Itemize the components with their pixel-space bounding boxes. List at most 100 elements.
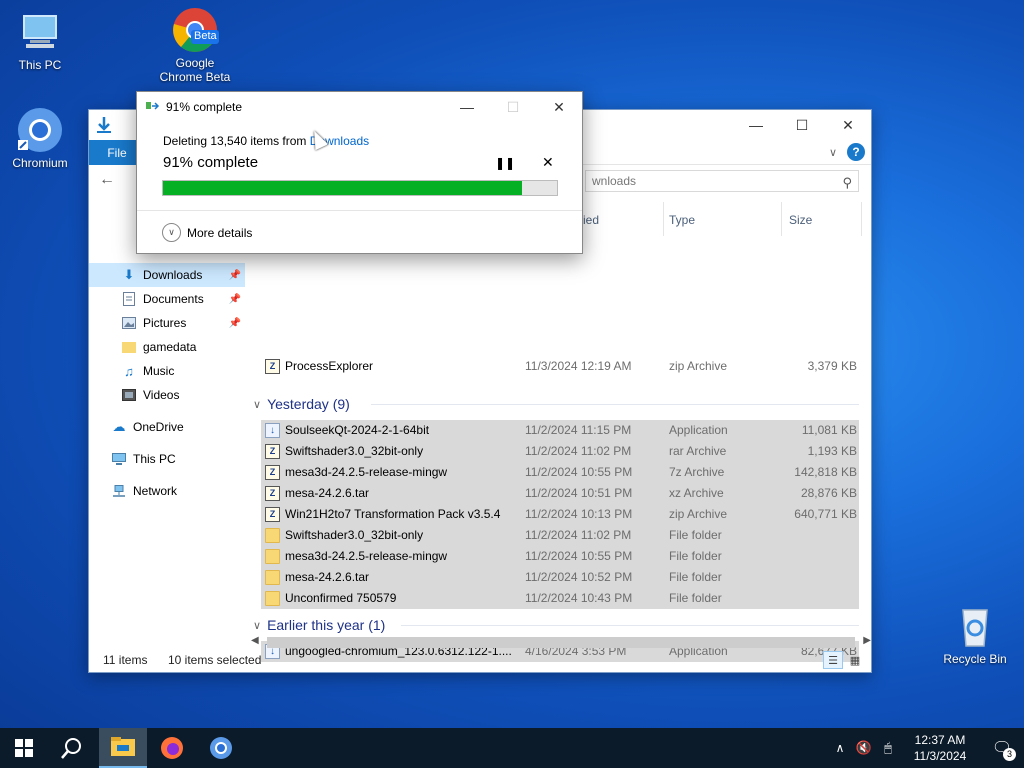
taskbar-firefox[interactable]	[148, 728, 196, 768]
file-row[interactable]: Unconfirmed 750579 11/2/2024 10:43 PM File…	[261, 588, 859, 609]
start-button[interactable]	[0, 728, 48, 768]
column-divider[interactable]	[781, 202, 782, 236]
column-divider[interactable]	[861, 202, 862, 236]
help-icon[interactable]: ?	[847, 143, 865, 161]
nav-item-videos[interactable]: Videos	[89, 383, 245, 407]
nav-item-this-pc[interactable]: This PC	[89, 447, 245, 471]
desktop-icon-chromium[interactable]: Chromium	[0, 106, 80, 170]
operation-description: Deleting 13,540 items from Downloads	[163, 134, 369, 148]
details-view-icon[interactable]: ☰	[823, 651, 843, 669]
file-list: ied Type Size Z ProcessExplorer 11/3/202…	[251, 202, 862, 662]
file-type: Application	[669, 423, 728, 437]
file-type: rar Archive	[669, 444, 727, 458]
file-row[interactable]: Z Win21H2to7 Transformation Pack v3.5.4 11…	[261, 504, 859, 525]
application-icon: ↓	[265, 423, 280, 438]
group-title: Yesterday (9)	[267, 396, 350, 412]
chevron-up-icon[interactable]: ∧	[828, 741, 852, 755]
large-icons-view-icon[interactable]: ▦	[845, 651, 865, 669]
file-type: zip Archive	[669, 359, 728, 373]
search-input[interactable]: wnloads ⚲	[585, 170, 859, 192]
download-icon	[95, 116, 113, 137]
nav-item-music[interactable]: ♫ Music	[89, 359, 245, 383]
taskbar-chromium[interactable]	[197, 728, 245, 768]
network-icon[interactable]: 🖱	[876, 740, 900, 756]
file-row[interactable]: Z ProcessExplorer 11/3/2024 12:19 AM zip…	[261, 356, 859, 377]
minimize-button[interactable]: —	[733, 110, 779, 140]
file-name: mesa3d-24.2.5-release-mingw	[285, 465, 448, 479]
archive-icon: Z	[265, 444, 280, 459]
dialog-divider	[137, 210, 582, 211]
cancel-button[interactable]: ✕	[542, 154, 554, 171]
desktop-icon-this-pc[interactable]: This PC	[0, 8, 80, 72]
search-icon	[61, 738, 81, 759]
search-icon[interactable]: ⚲	[842, 173, 852, 193]
taskbar: ∧ 🔇 🖱 12:37 AM 11/3/2024 🗨 3	[0, 728, 1024, 768]
more-details-label: More details	[187, 225, 253, 240]
back-arrow-icon[interactable]: ←	[99, 171, 115, 189]
group-header-yesterday[interactable]: ∨ Yesterday (9)	[253, 393, 350, 415]
maximize-button[interactable]: ☐	[779, 110, 825, 140]
file-size: 11,081 KB	[801, 423, 857, 437]
taskbar-file-explorer[interactable]	[99, 728, 147, 768]
pause-button[interactable]: ❚❚	[495, 156, 515, 170]
chevron-down-icon: ∨	[253, 619, 262, 632]
desktop-icon-chrome-beta[interactable]: Beta Google Chrome Beta	[155, 6, 235, 84]
file-date: 11/2/2024 11:02 PM	[525, 528, 632, 542]
file-size: 28,876 KB	[800, 486, 857, 500]
file-row[interactable]: Swiftshader3.0_32bit-only 11/2/2024 11:02…	[261, 525, 859, 546]
column-header-size[interactable]: Size	[789, 202, 812, 238]
desktop-icon-recycle-bin[interactable]: Recycle Bin	[935, 602, 1015, 666]
column-divider[interactable]	[663, 202, 664, 236]
group-divider	[371, 404, 859, 405]
archive-icon: Z	[265, 465, 280, 480]
nav-item-onedrive[interactable]: ☁ OneDrive	[89, 415, 245, 439]
nav-item-downloads[interactable]: ⬇ Downloads 📌	[89, 263, 245, 287]
file-size: 142,818 KB	[794, 465, 857, 479]
file-row[interactable]: mesa-24.2.6.tar 11/2/2024 10:52 PM File fo…	[261, 567, 859, 588]
chevron-down-icon[interactable]: ∨	[829, 146, 837, 159]
progress-heading: 91% complete	[163, 154, 259, 171]
column-header-date[interactable]: ied	[583, 202, 599, 238]
dialog-titlebar[interactable]: 91% complete — ☐ ✕	[137, 92, 582, 122]
group-title: Earlier this year (1)	[267, 617, 386, 633]
notification-button[interactable]: 🗨 3	[980, 728, 1024, 768]
download-icon: ⬇	[123, 267, 135, 282]
clock[interactable]: 12:37 AM 11/3/2024	[900, 732, 980, 764]
nav-item-pictures[interactable]: Pictures 📌	[89, 311, 245, 335]
folder-icon	[265, 591, 280, 606]
minimize-button[interactable]: —	[444, 92, 490, 122]
file-type: File folder	[669, 549, 722, 563]
file-name: mesa-24.2.6.tar	[285, 570, 370, 584]
desktop-icon-label: Chromium	[12, 156, 68, 170]
pin-icon: 📌	[228, 293, 241, 305]
volume-muted-icon[interactable]: 🔇	[852, 740, 876, 756]
file-row[interactable]: ↓ SoulseekQt-2024-2-1-64bit 11/2/2024 11:1…	[261, 420, 859, 441]
nav-item-documents[interactable]: Documents 📌	[89, 287, 245, 311]
file-type: zip Archive	[669, 507, 728, 521]
file-row[interactable]: Zmesa-24.2.6.tar 11/2/2024 10:51 PM xz Arc…	[261, 483, 859, 504]
scroll-left-icon[interactable]: ◀	[251, 635, 259, 646]
scroll-right-icon[interactable]: ▶	[863, 635, 871, 646]
group-header-earlier[interactable]: ∨ Earlier this year (1)	[253, 614, 385, 636]
more-details-button[interactable]: ∨ More details	[162, 223, 252, 242]
system-tray: ∧ 🔇 🖱 12:37 AM 11/3/2024 🗨 3	[828, 728, 1024, 768]
close-button[interactable]: ✕	[536, 92, 582, 122]
nav-item-gamedata[interactable]: gamedata	[89, 335, 245, 359]
file-row[interactable]: Zmesa3d-24.2.5-release-mingw 11/2/2024 10…	[261, 462, 859, 483]
close-button[interactable]: ✕	[825, 110, 871, 140]
nav-item-network[interactable]: Network	[89, 479, 245, 503]
file-size	[779, 588, 857, 609]
clock-time: 12:37 AM	[914, 733, 966, 747]
network-icon	[111, 483, 127, 499]
search-button[interactable]	[48, 728, 96, 768]
desktop-icon-label: Recycle Bin	[943, 652, 1007, 666]
file-row[interactable]: Z Swiftshader3.0_32bit-only 11/2/2024 11:0…	[261, 441, 859, 462]
column-header-type[interactable]: Type	[669, 202, 695, 238]
status-bar: 11 items 10 items selected ☰ ▦	[89, 648, 871, 672]
nav-label: Videos	[143, 388, 180, 402]
file-row[interactable]: mesa3d-24.2.5-release-mingw 11/2/2024 10:…	[261, 546, 859, 567]
chromium-icon	[16, 106, 64, 154]
pin-icon: 📌	[228, 317, 241, 329]
file-size	[779, 567, 857, 588]
scrollbar-thumb[interactable]	[267, 637, 855, 648]
